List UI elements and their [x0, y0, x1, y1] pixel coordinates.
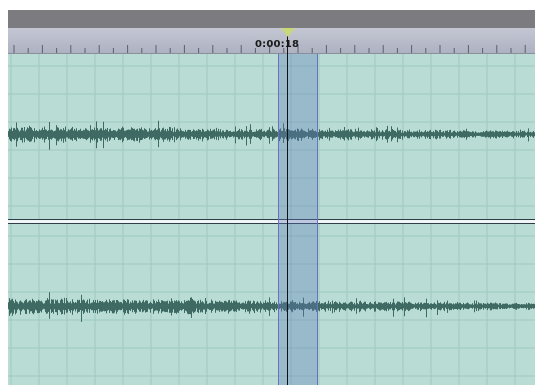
playhead-marker-icon[interactable] — [281, 28, 295, 37]
audio-track-1[interactable] — [8, 54, 535, 219]
waveform-track-2 — [8, 224, 535, 385]
current-time-readout: 0:00:18 — [255, 39, 300, 50]
top-bar — [8, 10, 535, 28]
waveform-track-1 — [8, 54, 535, 219]
playhead-line[interactable] — [287, 36, 288, 385]
audio-track-2[interactable] — [8, 224, 535, 385]
audio-editor: 0:00:18 — [8, 10, 535, 385]
waveform-path — [8, 292, 535, 322]
waveform-path — [8, 120, 535, 150]
